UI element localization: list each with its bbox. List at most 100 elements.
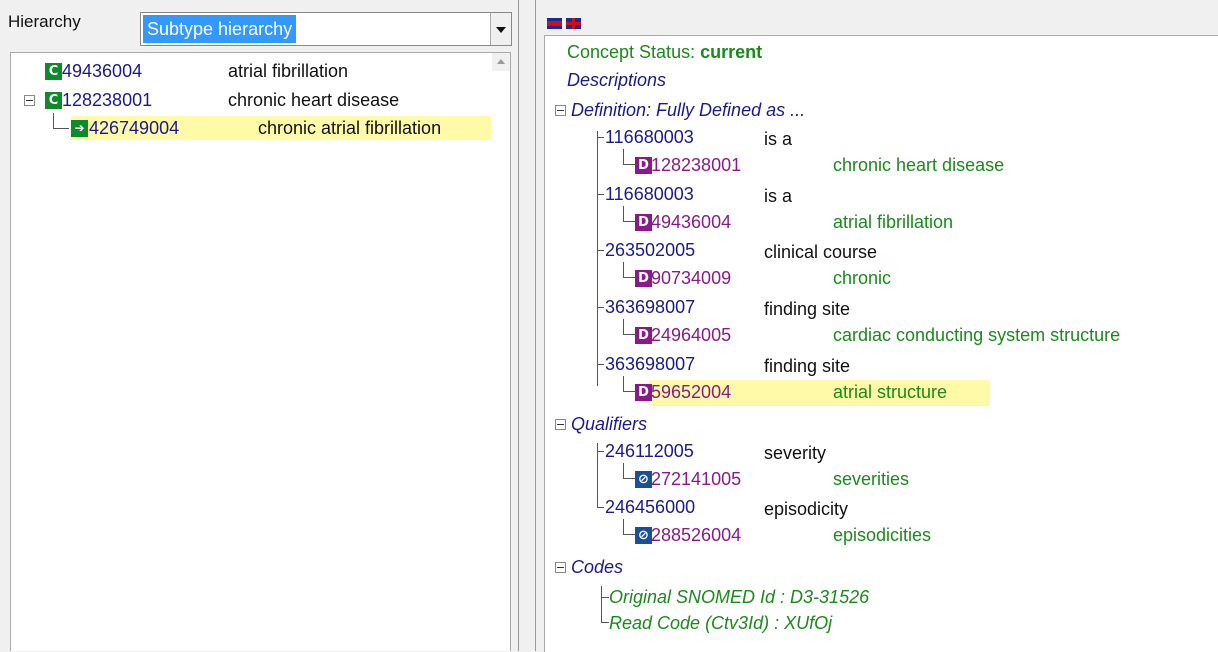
status-value: current bbox=[700, 42, 763, 62]
concept-icon: C bbox=[45, 63, 62, 80]
tree-connector bbox=[623, 463, 624, 478]
tree-connector bbox=[623, 391, 635, 392]
defining-value-icon: D bbox=[635, 157, 652, 174]
collapse-icon[interactable] bbox=[555, 562, 566, 573]
hierarchy-select-value: Subtype hierarchy bbox=[143, 15, 297, 43]
attribute-code[interactable]: 116680003 bbox=[605, 126, 694, 148]
value-term: severities bbox=[833, 469, 910, 489]
tree-connector bbox=[623, 478, 635, 479]
attribute-code[interactable]: 116680003 bbox=[605, 183, 694, 205]
concept-details: Concept Status: current Descriptions Def… bbox=[544, 35, 1218, 652]
attribute-code[interactable]: 263502005 bbox=[605, 239, 695, 261]
hierarchy-select[interactable]: Subtype hierarchy bbox=[140, 12, 512, 46]
attribute-code[interactable]: 363698007 bbox=[605, 353, 695, 375]
value-code[interactable]: 24964005 bbox=[651, 324, 731, 346]
tree-connector bbox=[597, 250, 604, 251]
defining-value-icon: D bbox=[635, 384, 652, 401]
concept-code: 49436004 bbox=[62, 61, 143, 81]
tree-connector bbox=[623, 334, 635, 335]
collapse-icon[interactable] bbox=[555, 105, 566, 116]
arrow-right-icon: ➔ bbox=[71, 120, 88, 137]
tree-row-selected[interactable]: ➔ 426749004 chronic atrial fibrillation bbox=[71, 116, 491, 140]
attribute-code[interactable]: 246456000 bbox=[605, 496, 695, 518]
tree-row[interactable]: C 49436004 atrial fibrillation bbox=[11, 59, 491, 83]
tree-connector bbox=[597, 194, 604, 195]
defining-value-icon: D bbox=[635, 327, 652, 344]
value-term: chronic bbox=[833, 268, 892, 288]
attribute-name: clinical course bbox=[764, 242, 878, 262]
tree-row[interactable]: C 128238001 chronic heart disease bbox=[11, 88, 491, 112]
tree-connector bbox=[623, 164, 635, 165]
tree-connector bbox=[623, 277, 635, 278]
collapse-icon[interactable] bbox=[555, 419, 566, 430]
concept-status: Concept Status: current bbox=[567, 41, 762, 63]
defining-value-icon: D bbox=[635, 270, 652, 287]
value-code[interactable]: 128238001 bbox=[651, 154, 741, 176]
attribute-name: severity bbox=[764, 443, 827, 463]
code-item: Original SNOMED Id : D3-31526 bbox=[609, 587, 870, 607]
tree-connector bbox=[597, 451, 604, 452]
tree-connector bbox=[601, 586, 602, 622]
tree-connector bbox=[623, 534, 635, 535]
concept-code: 128238001 bbox=[62, 90, 153, 110]
attribute-code[interactable]: 246112005 bbox=[605, 440, 694, 462]
attribute-name: is a bbox=[764, 129, 793, 149]
attribute-code[interactable]: 363698007 bbox=[605, 296, 695, 318]
tree-connector bbox=[597, 137, 604, 138]
value-code[interactable]: 288526004 bbox=[651, 524, 741, 546]
scroll-up-button[interactable] bbox=[492, 53, 510, 71]
us-flag-icon[interactable] bbox=[547, 18, 562, 29]
tree-connector bbox=[597, 307, 604, 308]
attribute-name: episodicity bbox=[764, 499, 849, 519]
concept-icon: C bbox=[45, 92, 62, 109]
value-code[interactable]: 49436004 bbox=[651, 211, 731, 233]
tree-connector bbox=[597, 364, 604, 365]
value-term: cardiac conducting system structure bbox=[833, 325, 1121, 345]
code-item: Read Code (Ctv3Id) : XUfOj bbox=[609, 613, 833, 633]
tree-connector bbox=[623, 376, 624, 391]
attribute-name: finding site bbox=[764, 356, 851, 376]
attribute-name: is a bbox=[764, 186, 793, 206]
hierarchy-tree: C 49436004 atrial fibrillation C 1282380… bbox=[10, 52, 511, 651]
tree-connector bbox=[601, 622, 609, 623]
value-term: episodicities bbox=[833, 525, 932, 545]
tree-connector bbox=[623, 319, 624, 334]
tree-connector bbox=[597, 131, 598, 386]
chevron-up-icon bbox=[497, 59, 505, 64]
codes-node[interactable]: Codes bbox=[571, 556, 623, 578]
left-panel: Hierarchy Subtype hierarchy C 49436004 a… bbox=[0, 0, 518, 651]
tree-connector bbox=[623, 149, 624, 164]
concept-term: chronic atrial fibrillation bbox=[258, 118, 442, 138]
defining-value-icon: D bbox=[635, 214, 652, 231]
right-panel: Concept Status: current Descriptions Def… bbox=[537, 0, 1218, 652]
splitter[interactable] bbox=[518, 0, 536, 651]
tree-connector bbox=[53, 128, 69, 129]
descriptions-node[interactable]: Descriptions bbox=[567, 69, 666, 91]
tree-connector bbox=[601, 597, 609, 598]
attribute-name: finding site bbox=[764, 299, 851, 319]
tree-connector bbox=[53, 113, 54, 128]
tree-connector bbox=[623, 206, 624, 221]
tree-connector bbox=[597, 443, 598, 507]
dropdown-button[interactable] bbox=[490, 13, 511, 45]
concept-term: chronic heart disease bbox=[228, 90, 400, 110]
qualifier-value-icon: ⊘ bbox=[635, 471, 652, 488]
value-code[interactable]: 59652004 bbox=[651, 381, 731, 403]
tree-connector bbox=[597, 507, 604, 508]
value-code[interactable]: 272141005 bbox=[651, 468, 741, 490]
concept-code: 426749004 bbox=[89, 118, 180, 138]
chevron-down-icon bbox=[496, 27, 506, 33]
value-code[interactable]: 90734009 bbox=[651, 267, 731, 289]
value-term: atrial structure bbox=[833, 382, 948, 402]
qualifiers-node[interactable]: Qualifiers bbox=[571, 413, 647, 435]
definition-node[interactable]: Definition: Fully Defined as ... bbox=[571, 99, 805, 121]
collapse-icon[interactable] bbox=[24, 95, 35, 106]
tree-connector bbox=[623, 221, 635, 222]
status-label: Concept Status: bbox=[567, 42, 701, 62]
tree-connector bbox=[623, 262, 624, 277]
hierarchy-label: Hierarchy bbox=[8, 12, 81, 31]
qualifier-value-icon: ⊘ bbox=[635, 527, 652, 544]
concept-term: atrial fibrillation bbox=[228, 61, 349, 81]
uk-flag-icon[interactable] bbox=[566, 18, 581, 29]
value-term: atrial fibrillation bbox=[833, 212, 954, 232]
